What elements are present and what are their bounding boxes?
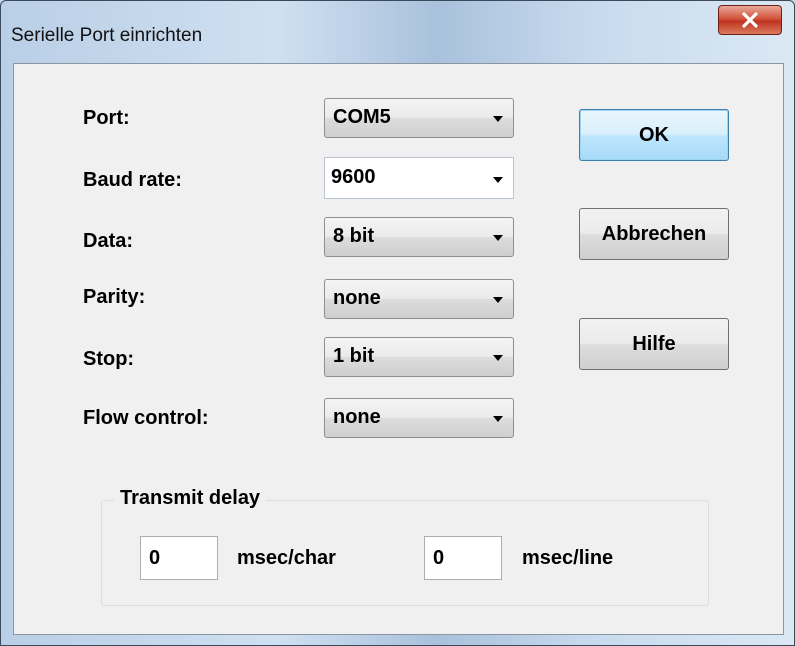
chevron-down-icon[interactable]: [493, 177, 503, 183]
ok-button[interactable]: OK: [579, 109, 729, 161]
port-dropdown[interactable]: COM5: [324, 98, 514, 138]
data-bits-dropdown[interactable]: 8 bit: [324, 217, 514, 257]
chevron-down-icon: [493, 355, 503, 361]
port-value: COM5: [333, 106, 391, 128]
chevron-down-icon: [493, 235, 503, 241]
baud-rate-combobox[interactable]: 9600: [324, 157, 514, 199]
flow-control-label: Flow control:: [83, 407, 209, 429]
stop-bits-dropdown[interactable]: 1 bit: [324, 337, 514, 377]
stop-bits-label: Stop:: [83, 348, 135, 370]
help-button[interactable]: Hilfe: [579, 318, 729, 370]
parity-dropdown[interactable]: none: [324, 279, 514, 319]
baud-rate-label: Baud rate:: [83, 169, 182, 191]
stop-bits-value: 1 bit: [333, 345, 375, 367]
parity-label: Parity:: [83, 286, 146, 308]
title-bar[interactable]: Serielle Port einrichten: [1, 1, 794, 63]
line-delay-input[interactable]: [424, 536, 502, 580]
flow-control-value: none: [333, 406, 381, 428]
close-icon: [742, 12, 758, 28]
chevron-down-icon: [493, 416, 503, 422]
baud-rate-value: 9600: [331, 166, 376, 188]
dialog-window: Serielle Port einrichten Port: COM5 Baud…: [0, 0, 795, 646]
data-bits-label: Data:: [83, 230, 134, 252]
port-label: Port:: [83, 107, 130, 129]
flow-control-dropdown[interactable]: none: [324, 398, 514, 438]
transmit-delay-title: Transmit delay: [114, 487, 267, 510]
window-title: Serielle Port einrichten: [11, 25, 203, 46]
cancel-button[interactable]: Abbrechen: [579, 208, 729, 260]
dialog-content: Port: COM5 Baud rate: 9600 Data: 8 bit P…: [13, 63, 784, 635]
line-delay-unit: msec/line: [522, 547, 614, 569]
close-button[interactable]: [718, 5, 782, 35]
char-delay-input[interactable]: [140, 536, 218, 580]
data-bits-value: 8 bit: [333, 225, 375, 247]
parity-value: none: [333, 287, 381, 309]
chevron-down-icon: [493, 116, 503, 122]
char-delay-unit: msec/char: [237, 547, 336, 569]
chevron-down-icon: [493, 297, 503, 303]
